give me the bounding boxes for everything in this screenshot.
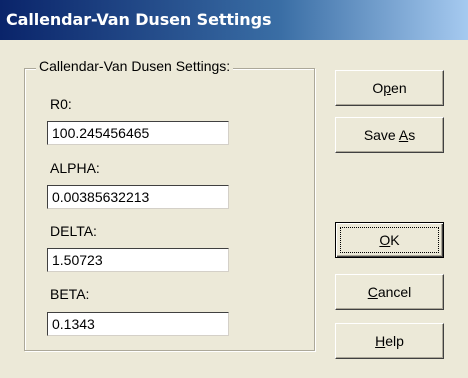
- beta-input[interactable]: [47, 312, 229, 336]
- r0-label: R0:: [50, 96, 72, 112]
- save-as-label-mnemonic: A: [398, 127, 409, 143]
- delta-input[interactable]: [47, 248, 229, 272]
- save-as-button-label: Save As: [364, 127, 415, 143]
- window-title: Callendar-Van Dusen Settings: [6, 10, 272, 29]
- open-label-prefix: O: [372, 80, 384, 96]
- help-label-suffix: elp: [385, 333, 404, 349]
- ok-label-suffix: K: [390, 232, 400, 248]
- open-button-label: Open: [372, 80, 406, 96]
- help-button-label: Help: [375, 333, 404, 349]
- settings-dialog: Callendar-Van Dusen Settings Callendar-V…: [0, 0, 468, 378]
- cancel-button[interactable]: Cancel: [335, 274, 444, 310]
- cancel-button-label: Cancel: [368, 284, 412, 300]
- help-button[interactable]: Help: [335, 323, 444, 359]
- open-label-mnemonic: p: [383, 80, 392, 96]
- ok-button-label: OK: [379, 232, 399, 248]
- r0-input[interactable]: [47, 121, 229, 145]
- beta-label: BETA:: [50, 286, 90, 302]
- ok-button[interactable]: OK: [335, 222, 444, 258]
- cancel-label-mnemonic: C: [367, 284, 378, 300]
- save-as-button[interactable]: Save As: [335, 117, 444, 153]
- help-label-mnemonic: H: [375, 333, 386, 349]
- cancel-label-suffix: ancel: [377, 284, 412, 300]
- groupbox-legend: Callendar-Van Dusen Settings:: [36, 58, 234, 74]
- save-as-label-prefix: Save: [363, 127, 399, 143]
- open-button[interactable]: Open: [335, 70, 444, 106]
- alpha-label: ALPHA:: [50, 160, 100, 176]
- delta-label: DELTA:: [50, 223, 97, 239]
- alpha-input[interactable]: [47, 185, 229, 209]
- ok-label-mnemonic: O: [379, 232, 391, 248]
- title-bar[interactable]: Callendar-Van Dusen Settings: [0, 0, 468, 40]
- save-as-label-suffix: s: [408, 127, 416, 143]
- open-label-suffix: en: [391, 80, 407, 96]
